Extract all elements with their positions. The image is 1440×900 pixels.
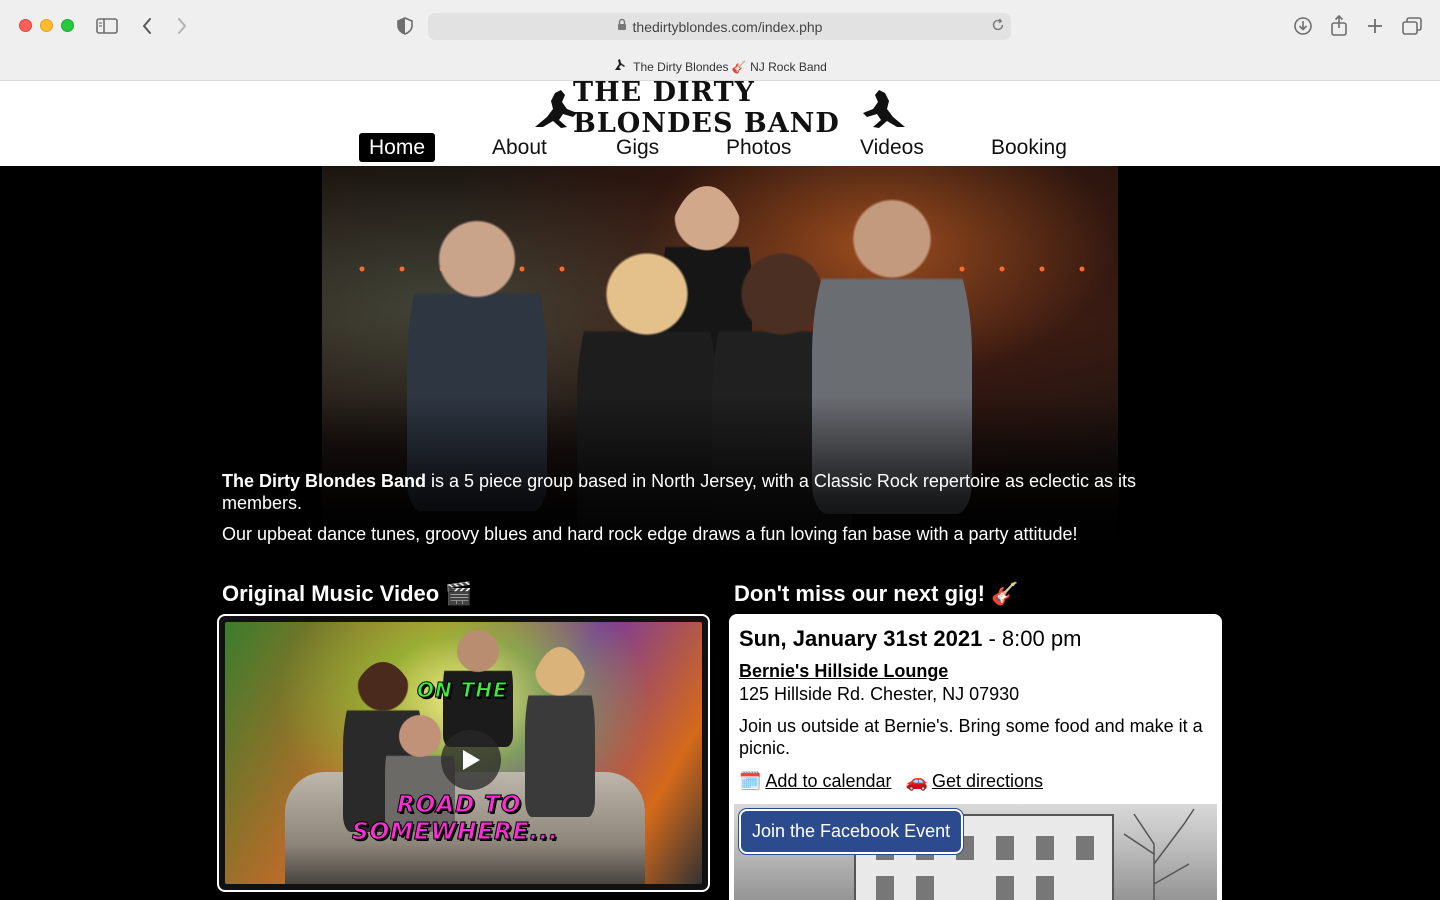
browser-toolbar: thedirtyblondes.com/index.php The Dirty … — [0, 0, 1440, 81]
music-video-player[interactable]: ON THE ROAD TO SOMEWHERE... — [217, 614, 710, 892]
lock-icon — [617, 18, 627, 36]
gig-datetime: Sun, January 31st 2021 - 8:00 pm — [739, 626, 1081, 652]
zoom-window-button[interactable] — [61, 19, 74, 32]
site-favicon-icon — [613, 58, 627, 75]
add-to-calendar-link[interactable]: Add to calendar — [765, 771, 891, 792]
gig-actions: 🗓️ Add to calendar 🚗 Get directions — [739, 771, 1043, 792]
url-text: thedirtyblondes.com/index.php — [632, 18, 823, 35]
play-button[interactable] — [441, 730, 501, 790]
download-icon[interactable] — [1291, 14, 1315, 38]
gig-time: - 8:00 pm — [982, 626, 1082, 651]
privacy-shield-icon[interactable] — [393, 14, 417, 38]
video-thumbnail[interactable]: ON THE ROAD TO SOMEWHERE... — [225, 622, 702, 884]
thumb-text-line-2: ROAD TO — [396, 792, 522, 819]
calendar-icon: 🗓️ — [739, 771, 762, 791]
nav-photos[interactable]: Photos — [716, 133, 801, 162]
tree-icon — [1123, 808, 1195, 900]
gig-date: Sun, January 31st 2021 — [739, 626, 983, 651]
thumb-text-line-3: SOMEWHERE... — [352, 819, 559, 846]
facebook-event-button[interactable]: Join the Facebook Event — [739, 809, 964, 854]
video-section-title: Original Music Video 🎬 — [222, 581, 473, 606]
band-name: The Dirty Blondes Band — [222, 471, 427, 491]
thumb-text-line-1: ON THE — [417, 678, 508, 703]
nav-videos[interactable]: Videos — [850, 133, 934, 162]
nav-gigs[interactable]: Gigs — [606, 133, 669, 162]
reload-icon[interactable] — [991, 18, 1005, 37]
logo-silhouette-right-icon — [863, 90, 905, 128]
minimize-window-button[interactable] — [40, 19, 53, 32]
intro-paragraph-2: Our upbeat dance tunes, groovy blues and… — [222, 524, 1078, 544]
intro-paragraph-1: The Dirty Blondes Band is a 5 piece grou… — [222, 470, 1202, 514]
tab-title: The Dirty Blondes 🎸 NJ Rock Band — [633, 59, 827, 74]
next-gig-card: Sun, January 31st 2021 - 8:00 pm Bernie'… — [729, 614, 1222, 900]
sidebar-icon[interactable] — [95, 14, 119, 38]
nav-booking[interactable]: Booking — [981, 133, 1077, 162]
car-icon: 🚗 — [905, 771, 928, 791]
venue-address: 125 Hillside Rd. Chester, NJ 07930 — [739, 684, 1020, 704]
site-header: THE DIRTY BLONDES BAND Home About Gigs P… — [0, 77, 1440, 166]
close-window-button[interactable] — [19, 19, 32, 32]
logo-text: THE DIRTY BLONDES BAND — [573, 77, 840, 139]
band-intro: The Dirty Blondes Band is a 5 piece grou… — [222, 470, 1202, 554]
venue-link[interactable]: Bernie's Hillside Lounge — [739, 661, 948, 682]
back-icon[interactable] — [135, 14, 159, 38]
nav-home[interactable]: Home — [359, 133, 436, 162]
tab-overview-icon[interactable] — [1400, 14, 1424, 38]
share-icon[interactable] — [1327, 14, 1351, 38]
band-logo[interactable]: THE DIRTY BLONDES BAND — [533, 77, 907, 139]
play-icon — [463, 750, 480, 770]
address-bar[interactable]: thedirtyblondes.com/index.php — [428, 13, 1011, 40]
get-directions-link[interactable]: Get directions — [932, 771, 1043, 792]
window-controls — [19, 19, 74, 32]
gig-section-title: Don't miss our next gig! 🎸 — [734, 581, 1019, 606]
forward-icon[interactable] — [170, 14, 194, 38]
gig-description: Join us outside at Bernie's. Bring some … — [739, 716, 1203, 758]
main-nav: Home About Gigs Photos Videos Booking — [0, 133, 1440, 163]
logo-silhouette-left-icon — [535, 90, 577, 128]
new-tab-icon[interactable] — [1363, 14, 1387, 38]
nav-about[interactable]: About — [482, 133, 557, 162]
